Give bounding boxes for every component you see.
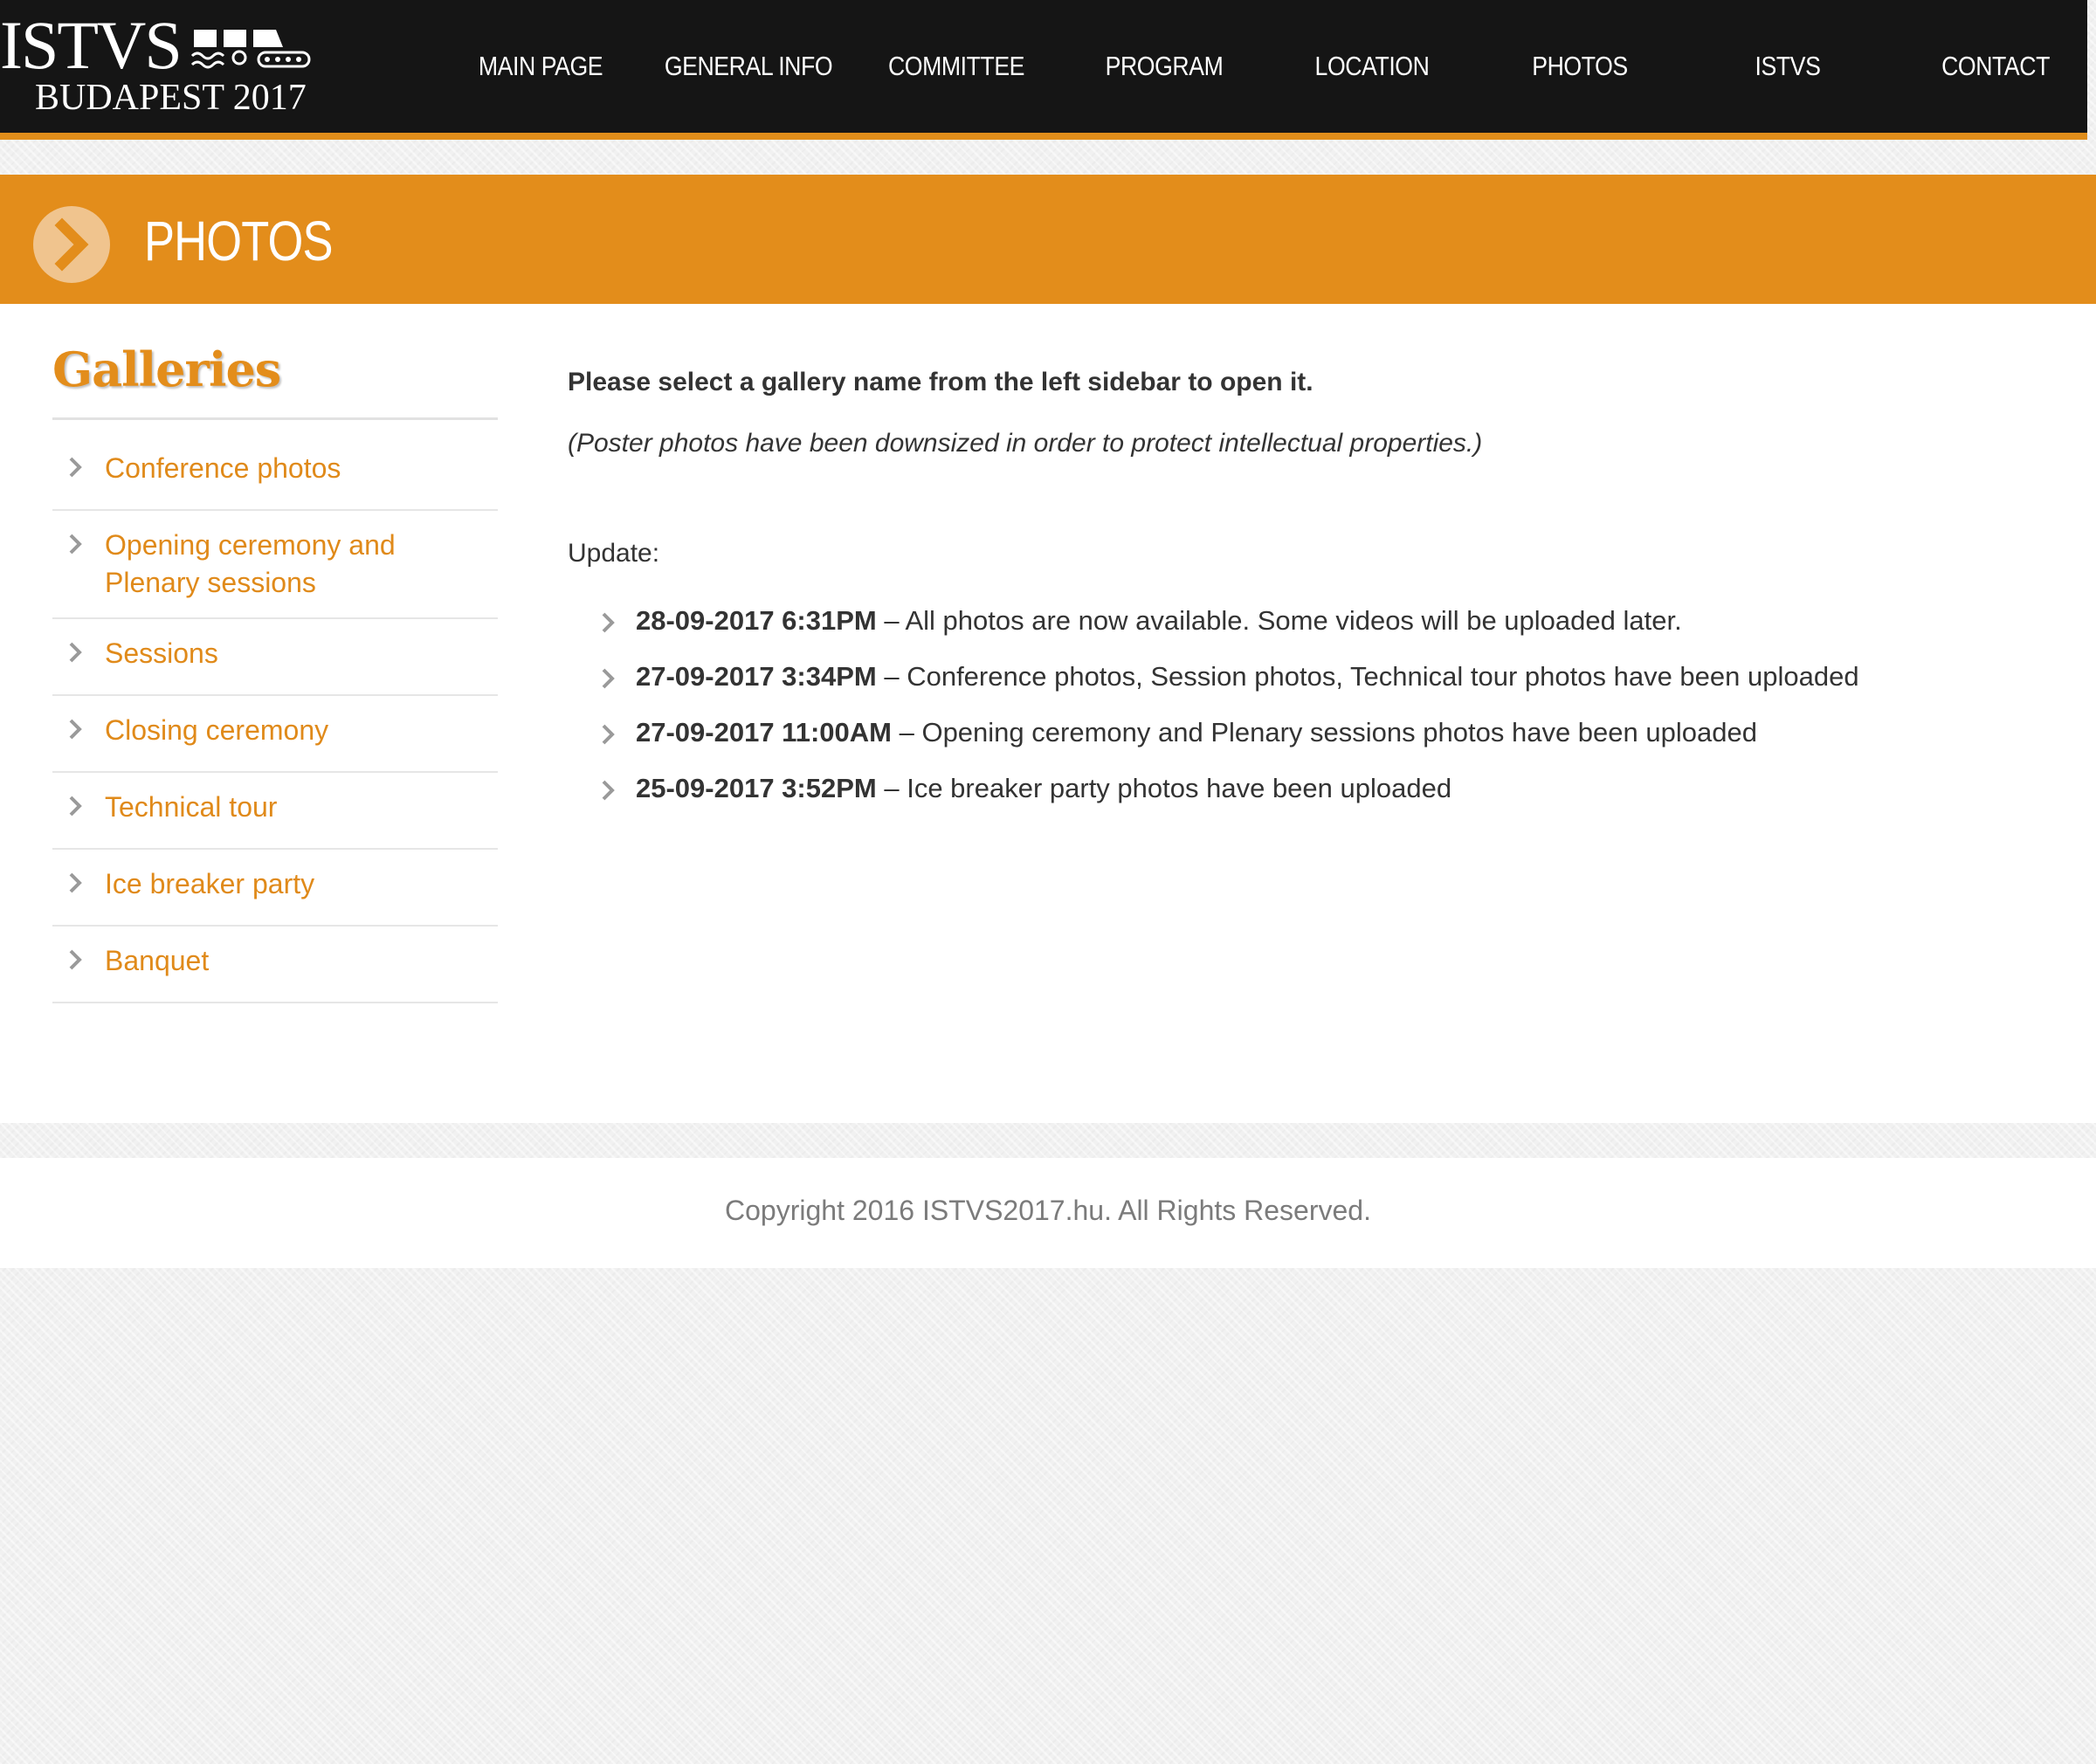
gallery-link[interactable]: Closing ceremony bbox=[105, 712, 498, 749]
site-footer: Copyright 2016 ISTVS2017.hu. All Rights … bbox=[0, 1158, 2096, 1268]
logo-text-istvs: ISTVS bbox=[0, 7, 183, 83]
nav-item-general-info[interactable]: GENERAL INFO bbox=[659, 51, 838, 82]
gallery-item-banquet[interactable]: Banquet bbox=[52, 927, 498, 1003]
sidebar-divider bbox=[52, 417, 498, 420]
gallery-item-opening-ceremony[interactable]: Opening ceremony and Plenary sessions bbox=[52, 511, 498, 619]
chevron-right-icon bbox=[69, 949, 82, 970]
nav-item-contact[interactable]: CONTACT bbox=[1906, 51, 2086, 82]
update-item: 27-09-2017 11:00AM – Opening ceremony an… bbox=[568, 714, 2052, 751]
update-item: 27-09-2017 3:34PM – Conference photos, S… bbox=[568, 658, 2052, 695]
nav-item-photos[interactable]: PHOTOS bbox=[1491, 51, 1670, 82]
logo-text-budapest: BUDAPEST 2017 bbox=[35, 78, 307, 118]
chevron-right-icon bbox=[602, 668, 615, 689]
update-item: 25-09-2017 3:52PM – Ice breaker party ph… bbox=[568, 770, 2052, 807]
gallery-link[interactable]: Technical tour bbox=[105, 789, 498, 826]
update-label: Update: bbox=[568, 539, 660, 568]
page-title-bar: PHOTOS bbox=[0, 175, 2096, 304]
gallery-link[interactable]: Banquet bbox=[105, 942, 498, 980]
chevron-right-icon bbox=[69, 872, 82, 893]
chevron-right-icon bbox=[69, 719, 82, 740]
update-text: – All photos are now available. Some vid… bbox=[876, 605, 1682, 636]
update-date: 27-09-2017 3:34PM bbox=[636, 661, 877, 692]
update-text: – Conference photos, Session photos, Tec… bbox=[876, 661, 1859, 692]
main-content: Please select a gallery name from the le… bbox=[568, 365, 2052, 826]
galleries-sidebar: Galleries Conference photos Opening cere… bbox=[52, 339, 498, 1003]
chevron-right-icon bbox=[602, 780, 615, 801]
gallery-item-conference-photos[interactable]: Conference photos bbox=[52, 434, 498, 511]
gallery-list: Conference photos Opening ceremony and P… bbox=[52, 434, 498, 1003]
gallery-item-closing-ceremony[interactable]: Closing ceremony bbox=[52, 696, 498, 773]
update-text: – Ice breaker party photos have been upl… bbox=[876, 773, 1452, 803]
poster-note: (Poster photos have been downsized in or… bbox=[568, 429, 1483, 458]
gallery-item-sessions[interactable]: Sessions bbox=[52, 619, 498, 696]
chevron-right-icon bbox=[69, 534, 82, 555]
site-logo[interactable]: ISTVS BUDAPEST 2017 bbox=[0, 10, 341, 122]
nav-item-program[interactable]: PROGRAM bbox=[1075, 51, 1254, 82]
nav-item-main-page[interactable]: MAIN PAGE bbox=[452, 51, 631, 82]
chevron-right-icon bbox=[69, 457, 82, 478]
chevron-right-circle-icon bbox=[33, 206, 110, 283]
update-item: 28-09-2017 6:31PM – All photos are now a… bbox=[568, 603, 2052, 639]
gallery-link[interactable]: Conference photos bbox=[105, 450, 498, 487]
update-date: 27-09-2017 11:00AM bbox=[636, 717, 892, 748]
gallery-item-technical-tour[interactable]: Technical tour bbox=[52, 773, 498, 850]
sidebar-heading: Galleries bbox=[52, 341, 281, 397]
nav-item-committee[interactable]: COMMITTEE bbox=[867, 51, 1046, 82]
vehicle-track-icon bbox=[190, 30, 311, 69]
chevron-right-icon bbox=[602, 612, 615, 633]
gallery-link[interactable]: Opening ceremony and Plenary sessions bbox=[105, 527, 437, 602]
update-list: 28-09-2017 6:31PM – All photos are now a… bbox=[568, 603, 2052, 807]
update-text: – Opening ceremony and Plenary sessions … bbox=[891, 717, 1757, 748]
main-nav: MAIN PAGE GENERAL INFO COMMITTEE PROGRAM… bbox=[437, 0, 2096, 133]
update-date: 28-09-2017 6:31PM bbox=[636, 605, 877, 636]
gallery-link[interactable]: Ice breaker party bbox=[105, 865, 498, 903]
gallery-link[interactable]: Sessions bbox=[105, 635, 498, 672]
nav-item-location[interactable]: LOCATION bbox=[1283, 51, 1462, 82]
site-header: ISTVS BUDAPEST 2017 MAIN PAGE GENERAL IN… bbox=[0, 0, 2087, 140]
chevron-right-icon bbox=[602, 724, 615, 745]
nav-item-istvs[interactable]: ISTVS bbox=[1699, 51, 1878, 82]
intro-text: Please select a gallery name from the le… bbox=[568, 368, 1313, 396]
update-date: 25-09-2017 3:52PM bbox=[636, 773, 877, 803]
chevron-right-icon bbox=[69, 796, 82, 817]
chevron-right-icon bbox=[69, 642, 82, 663]
gallery-item-ice-breaker-party[interactable]: Ice breaker party bbox=[52, 850, 498, 927]
content-area: Galleries Conference photos Opening cere… bbox=[0, 304, 2096, 1123]
copyright-text: Copyright 2016 ISTVS2017.hu. All Rights … bbox=[725, 1195, 1371, 1226]
page-title: PHOTOS bbox=[144, 210, 334, 272]
